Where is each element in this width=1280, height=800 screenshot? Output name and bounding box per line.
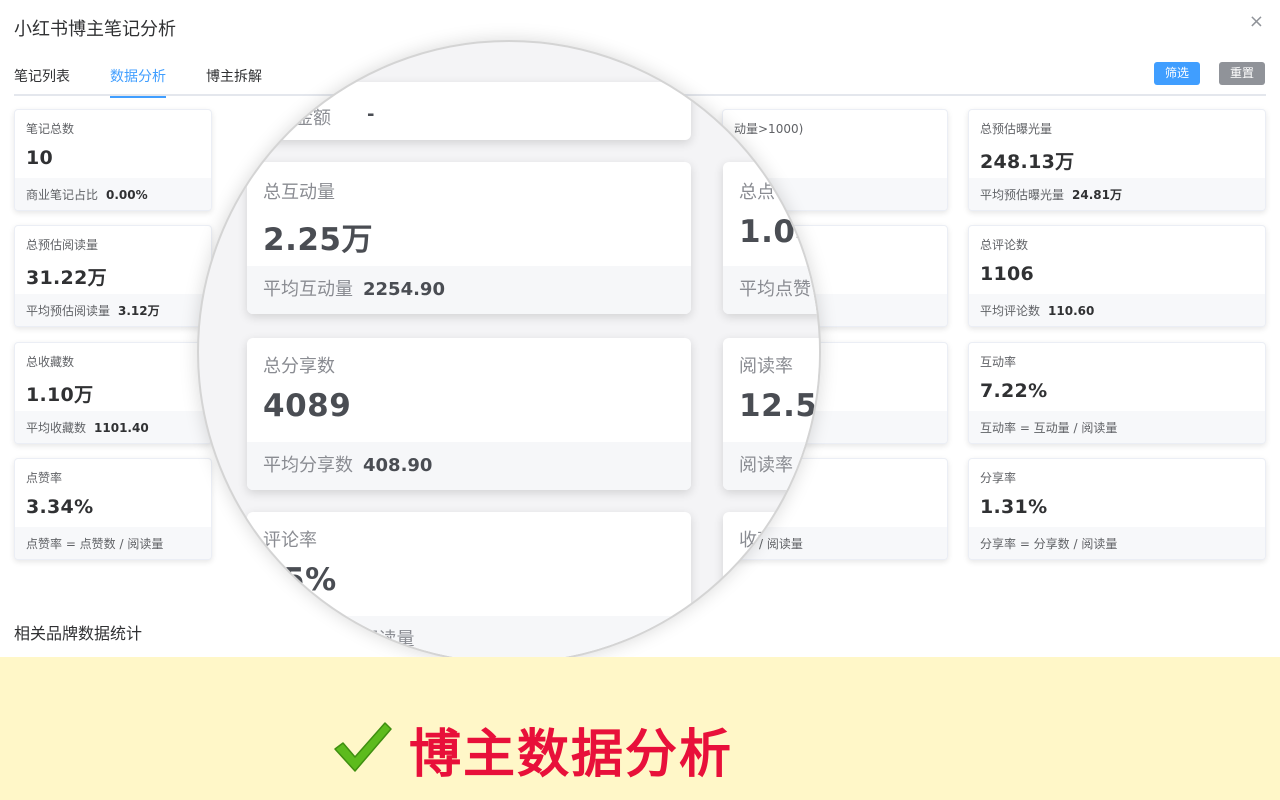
mag-card-collect-rate: 收藏: [723, 512, 819, 662]
mag-card-total-share: 总分享数 4089 平均分享数 408.90: [247, 338, 691, 490]
stat-label: 笔记总数: [26, 122, 75, 136]
stat-footer: 商业笔记占比 0.00%: [15, 178, 211, 210]
stat-foot-value: 110.60: [1048, 304, 1095, 318]
stat-label: 总评论数: [980, 238, 1029, 252]
stat-card-collects: 总收藏数 1.10万 平均收藏数 1101.40: [14, 342, 212, 444]
reset-button[interactable]: 重置: [1218, 62, 1265, 85]
stat-foot-value: 3.12万: [118, 304, 160, 318]
stat-label: 总预估曝光量: [980, 122, 1053, 136]
stat-card-est-reads: 总预估阅读量 31.22万 平均预估阅读量 3.12万: [14, 225, 212, 327]
mag-card-read-rate: 阅读率 12.58 阅读率: [723, 338, 819, 490]
stat-foot-value: 0.00%: [106, 188, 148, 202]
stat-label: 总预估阅读量: [26, 238, 99, 252]
mag-label: 评论率: [263, 530, 317, 551]
mag-footer: 平均分享数 408.90: [247, 442, 691, 490]
dialog-title: 小红书博主笔记分析: [14, 19, 176, 40]
stat-foot-label: 平均评论数: [980, 304, 1041, 318]
stat-value: 7.22%: [980, 380, 1048, 402]
stat-value: 248.13万: [980, 151, 1075, 173]
stat-foot-value: 1101.40: [94, 421, 149, 435]
mag-value: 35%: [261, 562, 337, 598]
stat-label: 点赞率: [26, 471, 63, 485]
stat-footer: 平均评论数 110.60: [969, 294, 1265, 326]
stat-foot-value: 24.81万: [1072, 188, 1122, 202]
mag-footer: 阅读率: [723, 442, 819, 490]
close-icon[interactable]: ×: [1249, 11, 1264, 32]
mag-card-total-interaction: 总互动量 2.25万 平均互动量 2254.90: [247, 162, 691, 314]
mag-foot-label: 平均分享数: [263, 455, 353, 476]
promo-banner-title: 博主数据分析: [409, 725, 734, 785]
mag-value: 12.58: [739, 388, 819, 424]
mag-footer: 平均点赞: [723, 266, 819, 314]
stat-value: 1.31%: [980, 496, 1048, 518]
stat-foot-label: 平均预估曝光量: [980, 188, 1065, 202]
stat-label: 互动率: [980, 355, 1017, 369]
stat-label: 动量>1000): [734, 122, 804, 136]
stat-value: 10: [26, 147, 54, 169]
stat-value: 1.10万: [26, 384, 94, 406]
stat-footer: 平均收藏数 1101.40: [15, 411, 211, 443]
mag-value: -: [367, 104, 375, 125]
stat-card-note-count: 笔记总数 10 商业笔记占比 0.00%: [14, 109, 212, 211]
stat-value: 1106: [980, 263, 1035, 285]
mag-label: 总分享数: [263, 356, 335, 377]
stat-foot-label: 商业笔记占比: [26, 188, 99, 202]
stat-card-est-exposure: 总预估曝光量 248.13万 平均预估曝光量 24.81万: [968, 109, 1266, 211]
mag-value: 2.25万: [263, 222, 373, 258]
dialog: 小红书博主笔记分析 × 笔记列表 数据分析 博主拆解 筛选 重置 笔记总数 10…: [0, 0, 1280, 800]
mag-value: 1.04: [739, 214, 818, 250]
filter-button[interactable]: 筛选: [1153, 62, 1200, 85]
stat-label: 总收藏数: [26, 355, 75, 369]
mag-foot-value: 2254.90: [363, 279, 445, 300]
mag-card-comment-rate: 评论率 35% 数 / 阅读量: [247, 512, 691, 662]
stat-foot-label: 平均预估阅读量: [26, 304, 111, 318]
mag-value: 4089: [263, 388, 352, 424]
mag-label: 总金额: [277, 108, 331, 129]
mag-foot-label: 平均互动量: [263, 279, 353, 300]
stat-card-interaction-rate: 互动率 7.22% 互动率 = 互动量 / 阅读量: [968, 342, 1266, 444]
stat-value: 3.34%: [26, 496, 94, 518]
mag-label: 阅读率: [739, 356, 793, 377]
stat-label: 分享率: [980, 471, 1017, 485]
stat-footer: 平均预估阅读量 3.12万: [15, 294, 211, 326]
checkmark-icon: [334, 722, 392, 772]
mag-label: 总互动量: [263, 182, 335, 203]
stat-footer: 点赞率 = 点赞数 / 阅读量: [15, 527, 211, 559]
brand-stats-heading: 相关品牌数据统计: [14, 624, 143, 643]
mag-label: 收藏: [739, 530, 775, 551]
stat-card-like-rate: 点赞率 3.34% 点赞率 = 点赞数 / 阅读量: [14, 458, 212, 560]
magnifier-lens: 总金额 - 总互动量 2.25万 平均互动量 2254.90 总分享数 4089 …: [197, 40, 821, 664]
mag-card-total-amount: 总金额 -: [247, 82, 691, 140]
mag-foot-value: 408.90: [363, 455, 433, 476]
stat-footer: 分享率 = 分享数 / 阅读量: [969, 527, 1265, 559]
stat-value: 31.22万: [26, 267, 107, 289]
stat-foot-label: 平均收藏数: [26, 421, 87, 435]
stat-card-comments: 总评论数 1106 平均评论数 110.60: [968, 225, 1266, 327]
mag-card-total-likes: 总点 1.04 平均点赞: [723, 162, 819, 314]
stat-footer: 互动率 = 互动量 / 阅读量: [969, 411, 1265, 443]
stat-footer: 平均预估曝光量 24.81万: [969, 178, 1265, 210]
mag-label: 总点: [739, 182, 775, 203]
stat-card-share-rate: 分享率 1.31% 分享率 = 分享数 / 阅读量: [968, 458, 1266, 560]
mag-footer: 平均互动量 2254.90: [247, 266, 691, 314]
